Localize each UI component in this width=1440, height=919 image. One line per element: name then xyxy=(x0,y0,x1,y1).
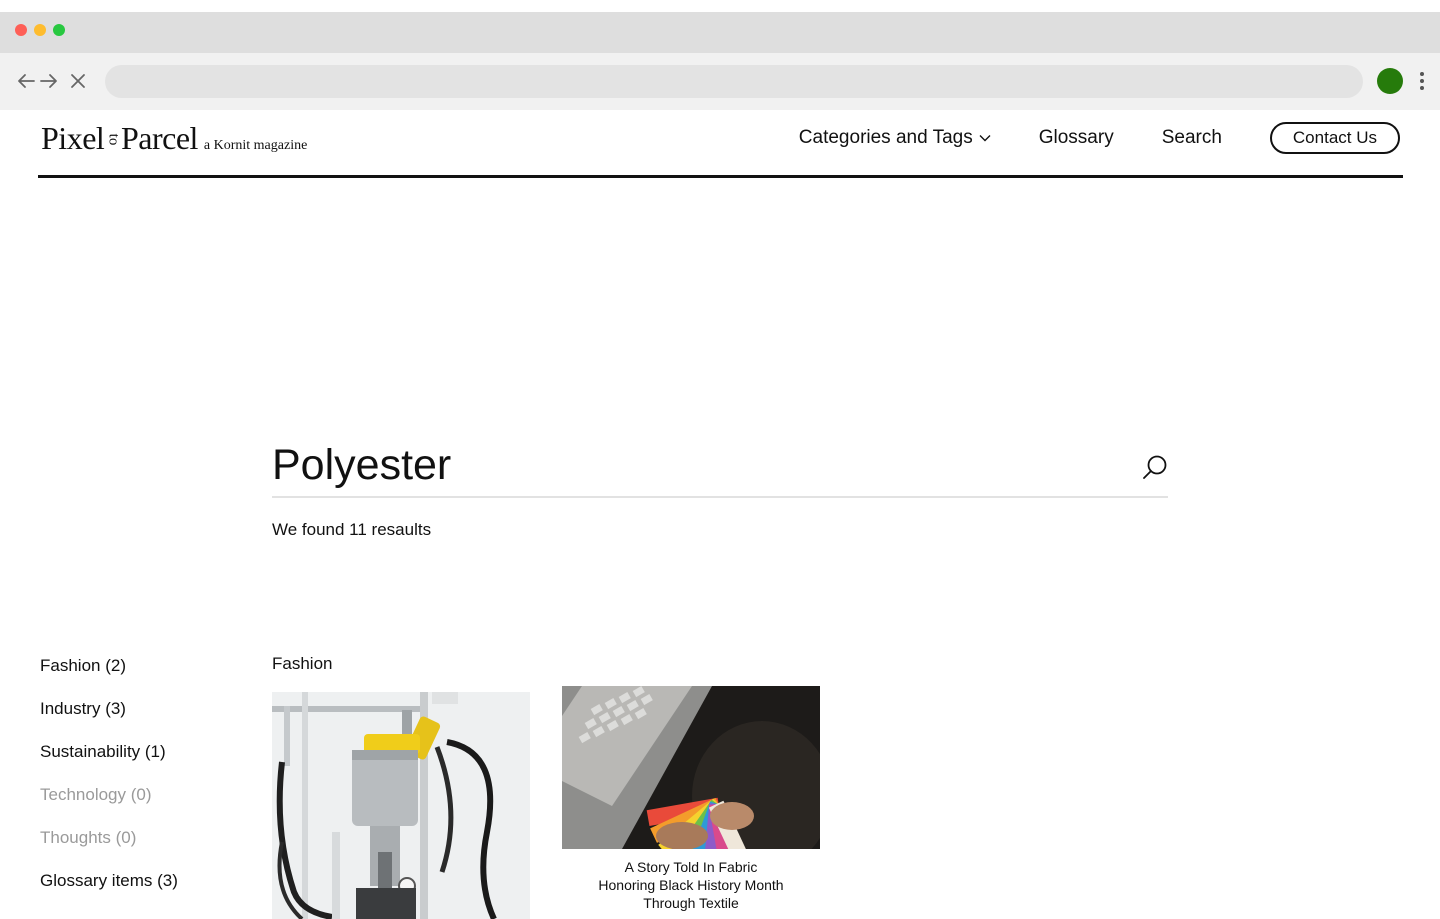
article-image-machine xyxy=(272,692,530,919)
site-header: Pixel to Parcel a Kornit magazine Catego… xyxy=(38,110,1403,178)
filter-thoughts: Thoughts (0) xyxy=(40,828,137,847)
logo-word-to: to xyxy=(105,133,122,146)
article-title-line: Honoring Black History Month xyxy=(598,877,784,893)
search-bar xyxy=(272,434,1168,498)
article-title-line: A Story Told In Fabric xyxy=(624,859,758,875)
close-window-button[interactable] xyxy=(15,24,27,36)
article-card-machine[interactable] xyxy=(272,692,530,919)
chevron-down-icon xyxy=(979,134,991,142)
logo-word-pixel: Pixel xyxy=(41,120,105,156)
filter-sustainability[interactable]: Sustainability (1) xyxy=(40,740,240,783)
filter-fashion[interactable]: Fashion (2) xyxy=(40,654,240,697)
address-bar[interactable] xyxy=(105,65,1363,98)
article-card-story-told-in-fabric[interactable]: A Story Told In Fabric Honoring Black Hi… xyxy=(562,686,820,912)
nav-categories-label: Categories and Tags xyxy=(798,127,973,148)
nav-search[interactable]: Search xyxy=(1162,127,1222,149)
article-thumb xyxy=(562,686,820,849)
maximize-window-button[interactable] xyxy=(53,24,65,36)
article-image-swatches xyxy=(562,686,820,849)
article-title: A Story Told In Fabric Honoring Black Hi… xyxy=(562,858,820,912)
logo-word-parcel: Parcel xyxy=(120,120,198,156)
main-nav: Categories and Tags Glossary Search Cont… xyxy=(799,122,1403,154)
more-vert-icon[interactable] xyxy=(1414,70,1430,92)
results-group-title: Fashion xyxy=(272,654,333,673)
filter-technology: Technology (0) xyxy=(40,785,152,804)
article-title-line: Through Textile xyxy=(643,895,739,911)
result-count: We found 11 resaults xyxy=(272,520,432,539)
contact-us-button[interactable]: Contact Us xyxy=(1269,122,1400,154)
profile-avatar[interactable] xyxy=(1377,68,1403,94)
stop-icon[interactable] xyxy=(67,70,89,92)
nav-glossary[interactable]: Glossary xyxy=(1039,127,1114,149)
browser-toolbar xyxy=(0,53,1440,110)
search-input[interactable] xyxy=(272,434,1112,496)
minimize-window-button[interactable] xyxy=(34,24,46,36)
search-icon[interactable] xyxy=(1142,454,1168,480)
logo-tagline: a Kornit magazine xyxy=(203,138,308,153)
forward-arrow-icon[interactable] xyxy=(38,70,60,92)
site-logo[interactable]: Pixel to Parcel a Kornit magazine xyxy=(41,120,307,157)
filter-industry[interactable]: Industry (3) xyxy=(40,697,240,740)
filter-glossary-items[interactable]: Glossary items (3) xyxy=(40,869,240,912)
back-arrow-icon[interactable] xyxy=(15,70,37,92)
category-filters: Fashion (2) Industry (3) Sustainability … xyxy=(40,654,240,912)
nav-categories-and-tags[interactable]: Categories and Tags xyxy=(799,127,991,149)
browser-titlebar xyxy=(0,12,1440,53)
